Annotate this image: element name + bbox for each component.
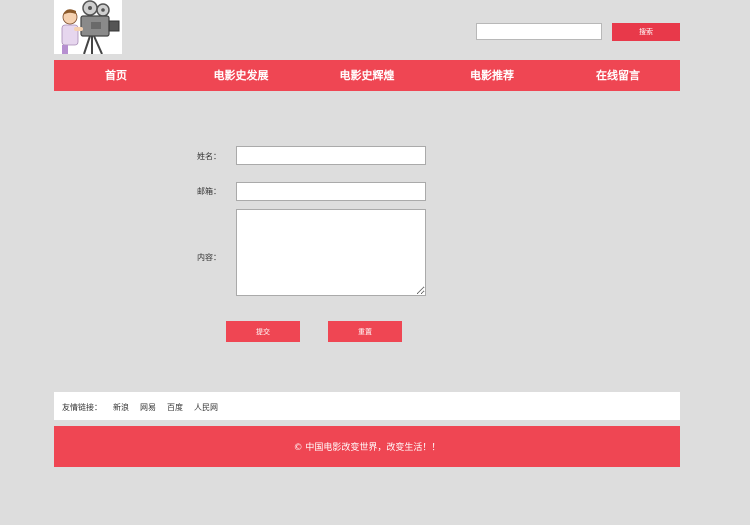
name-label: 姓名： xyxy=(197,152,221,161)
search-input[interactable] xyxy=(476,23,602,40)
movie-camera-cartoon-icon xyxy=(61,0,120,55)
footer: © 中国电影改变世界，改变生活！！ xyxy=(54,426,680,467)
reset-button[interactable]: 重置 xyxy=(328,321,402,342)
content-label: 内容： xyxy=(197,253,221,262)
nav-item-home[interactable]: 首页 xyxy=(105,60,127,91)
link-netease[interactable]: 网易 xyxy=(140,402,156,413)
link-sina[interactable]: 新浪 xyxy=(113,402,129,413)
link-baidu[interactable]: 百度 xyxy=(167,402,183,413)
main-nav: 首页 电影史发展 电影史辉煌 电影推荐 在线留言 xyxy=(54,60,680,91)
friendly-links-title: 友情链接： xyxy=(62,403,102,412)
site-logo[interactable] xyxy=(54,0,122,55)
submit-button[interactable]: 提交 xyxy=(226,321,300,342)
nav-item-recommendations[interactable]: 电影推荐 xyxy=(470,60,514,91)
nav-item-film-history[interactable]: 电影史发展 xyxy=(214,60,269,91)
nav-item-messages[interactable]: 在线留言 xyxy=(596,60,640,91)
link-people[interactable]: 人民网 xyxy=(194,402,218,413)
footer-text: © 中国电影改变世界，改变生活！！ xyxy=(293,443,441,453)
email-field[interactable] xyxy=(236,182,426,201)
search-button[interactable]: 搜索 xyxy=(612,23,680,41)
content-textarea[interactable] xyxy=(236,209,426,296)
email-label: 邮箱： xyxy=(197,187,221,196)
friendly-links-bar: 友情链接： 新浪 网易 百度 人民网 xyxy=(54,392,680,420)
name-field[interactable] xyxy=(236,146,426,165)
nav-item-film-glory[interactable]: 电影史辉煌 xyxy=(340,60,395,91)
